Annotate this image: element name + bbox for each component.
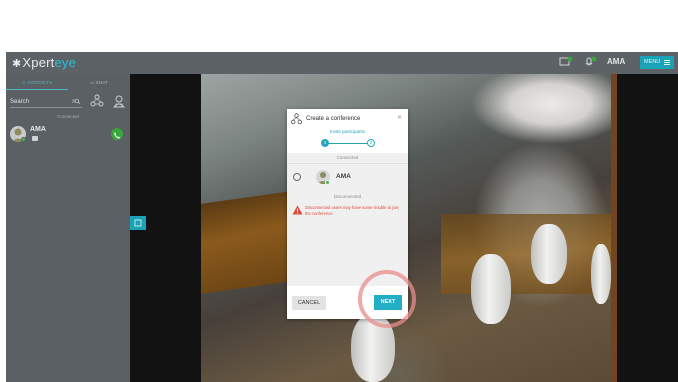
screen-share-icon[interactable] — [559, 56, 573, 68]
disconnected-warning-text: Disconnected users may have some trouble… — [305, 205, 399, 216]
video-device-panel — [441, 214, 611, 294]
online-status-dot — [21, 137, 26, 142]
tab-chat[interactable]: ▭ CHAT — [68, 78, 130, 90]
browser-top-area — [0, 0, 678, 52]
step-line — [327, 143, 369, 144]
participants-list: Connected AMA Disconnected Disconnected … — [287, 153, 408, 286]
video-right-edge — [611, 74, 617, 382]
connected-section-label: Connected — [287, 155, 408, 164]
video-knob — [471, 254, 511, 324]
online-status-dot — [325, 180, 330, 185]
menu-button[interactable]: MENU — [640, 56, 674, 69]
phone-icon — [114, 132, 120, 139]
app-header: ✱Xperteye AMA MENU — [6, 52, 678, 74]
contact-name: AMA — [30, 126, 46, 133]
video-finger-shape — [461, 74, 611, 154]
close-icon[interactable]: ✕ — [397, 114, 402, 121]
tab-contacts[interactable]: ☺ CONTACTS — [6, 78, 68, 90]
add-contact-icon[interactable] — [112, 94, 126, 108]
video-stream-area: Create a conference ✕ Invite participant… — [130, 74, 678, 382]
search-input[interactable]: Search — [10, 96, 82, 108]
step-indicator: 1 2 — [321, 138, 375, 148]
hamburger-icon — [664, 60, 670, 65]
menu-label: MENU — [644, 59, 661, 65]
microphone-icon[interactable] — [584, 56, 598, 68]
step-1: 1 — [321, 139, 329, 147]
contacts-sidebar: ☺ CONTACTS ▭ CHAT Search Connected AMA — [6, 74, 130, 382]
video-knob — [591, 244, 611, 304]
logo-star-icon: ✱ — [12, 58, 22, 70]
expand-icon — [134, 219, 142, 227]
logo-prefix: Xpert — [22, 55, 55, 70]
dialog-title: Create a conference — [306, 116, 361, 122]
tab-chat-label: CHAT — [95, 80, 108, 85]
search-icon — [72, 98, 80, 105]
connected-section-label: Connected — [57, 114, 79, 119]
dialog-subtitle: Invite participants — [329, 129, 366, 134]
disconnected-section-label: Disconnected — [333, 194, 362, 199]
xperteye-app: ✱Xperteye AMA MENU ☺ CONTACTS ▭ CHAT Sea… — [6, 52, 678, 382]
participant-checkbox[interactable] — [293, 173, 301, 181]
cancel-button[interactable]: CANCEL — [292, 296, 326, 310]
next-button-highlight-ring — [358, 270, 416, 328]
xperteye-logo: ✱Xperteye — [12, 55, 76, 70]
logo-suffix: eye — [54, 55, 77, 70]
contact-item[interactable]: AMA — [10, 126, 126, 146]
sidebar-toggle-handle[interactable] — [130, 216, 146, 230]
search-text: Search — [10, 99, 30, 105]
tab-contacts-label: CONTACTS — [27, 80, 53, 85]
device-icon — [32, 136, 38, 141]
step-2: 2 — [367, 139, 375, 147]
create-conference-icon[interactable] — [90, 94, 104, 108]
call-button[interactable] — [111, 128, 123, 140]
participant-name: AMA — [336, 173, 351, 180]
sidebar-tabs: ☺ CONTACTS ▭ CHAT — [6, 78, 130, 90]
conference-icon — [291, 113, 302, 125]
video-knob — [531, 224, 567, 284]
warning-icon — [292, 205, 303, 215]
current-user-name: AMA — [607, 57, 626, 66]
